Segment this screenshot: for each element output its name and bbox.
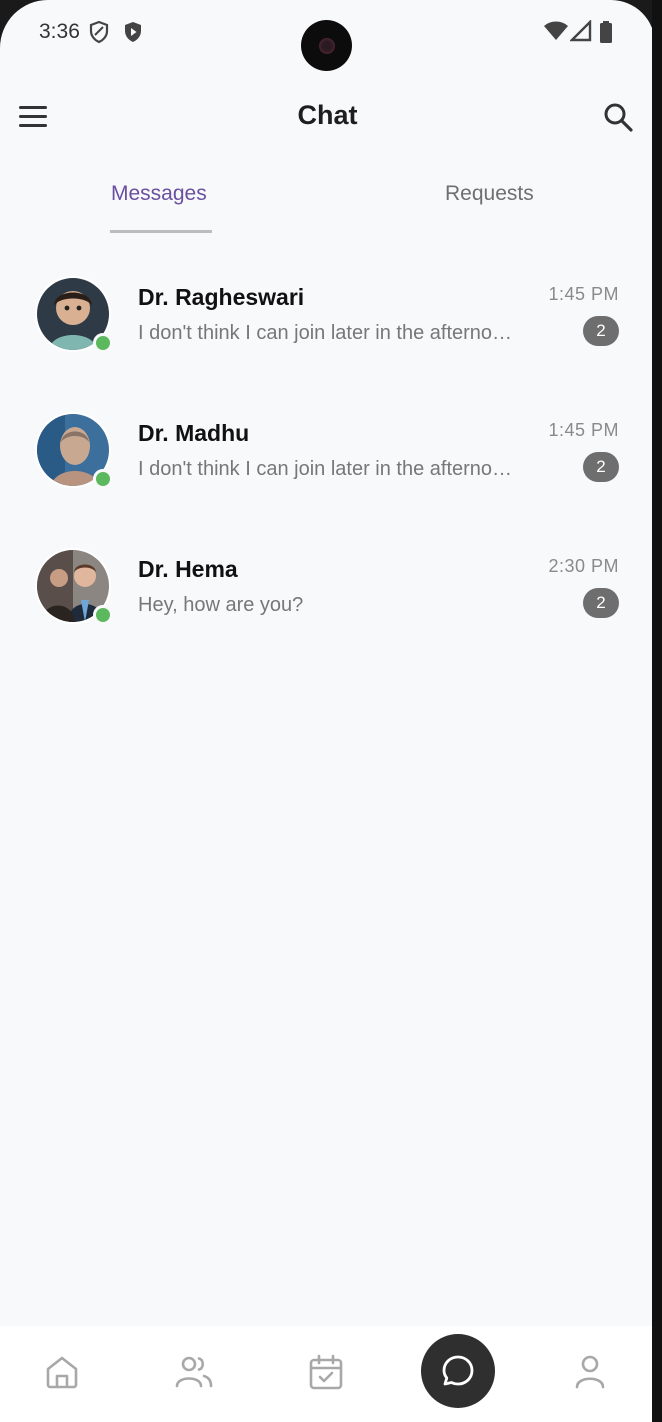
- chat-list: Dr. Ragheswari I don't think I can join …: [0, 254, 655, 662]
- chat-contact-name: Dr. Madhu: [138, 420, 250, 446]
- tab-messages[interactable]: Messages: [111, 182, 207, 206]
- chat-list-item[interactable]: Dr. Hema Hey, how are you? 2:30 PM 2: [0, 526, 655, 662]
- tab-requests[interactable]: Requests: [445, 182, 534, 206]
- chat-timestamp: 1:45 PM: [548, 420, 619, 440]
- front-camera: [301, 20, 352, 71]
- chat-list-item[interactable]: Dr. Ragheswari I don't think I can join …: [0, 254, 655, 390]
- chat-list-item[interactable]: Dr. Madhu I don't think I can join later…: [0, 390, 655, 526]
- wifi-icon: [543, 20, 569, 47]
- status-bar: 3:36: [0, 0, 655, 71]
- signal-icon: [569, 19, 592, 47]
- unread-count-badge: 2: [583, 588, 619, 618]
- active-tab-indicator: [110, 230, 212, 233]
- online-status-dot: [93, 605, 113, 625]
- search-icon[interactable]: [601, 100, 635, 134]
- chat-tabs: Messages Requests: [0, 170, 655, 236]
- device-bezel: [652, 0, 662, 1422]
- chat-message-preview: I don't think I can join later in the af…: [138, 458, 513, 480]
- battery-icon: [598, 20, 614, 49]
- app-bar: Chat: [0, 88, 655, 146]
- play-protect-icon: [122, 20, 144, 49]
- unread-count-badge: 2: [583, 316, 619, 346]
- calendar-check-icon[interactable]: [306, 1352, 346, 1392]
- chat-contact-name: Dr. Ragheswari: [138, 284, 305, 310]
- online-status-dot: [93, 469, 113, 489]
- chat-timestamp: 2:30 PM: [548, 556, 619, 576]
- phone-screen: 3:36 Chat Messages Requests Dr. Ragheswa…: [0, 0, 655, 1422]
- chat-message-preview: I don't think I can join later in the af…: [138, 322, 513, 344]
- chat-timestamp: 1:45 PM: [548, 284, 619, 304]
- bottom-navigation: [0, 1326, 655, 1422]
- chat-contact-name: Dr. Hema: [138, 556, 238, 582]
- chat-bubble-icon[interactable]: [421, 1334, 495, 1408]
- shield-icon: [88, 20, 110, 49]
- online-status-dot: [93, 333, 113, 353]
- page-title: Chat: [297, 100, 358, 130]
- chat-message-preview: Hey, how are you?: [138, 594, 304, 616]
- unread-count-badge: 2: [583, 452, 619, 482]
- people-icon[interactable]: [174, 1352, 214, 1392]
- profile-icon[interactable]: [570, 1352, 610, 1392]
- home-icon[interactable]: [42, 1352, 82, 1392]
- status-time: 3:36: [39, 20, 80, 43]
